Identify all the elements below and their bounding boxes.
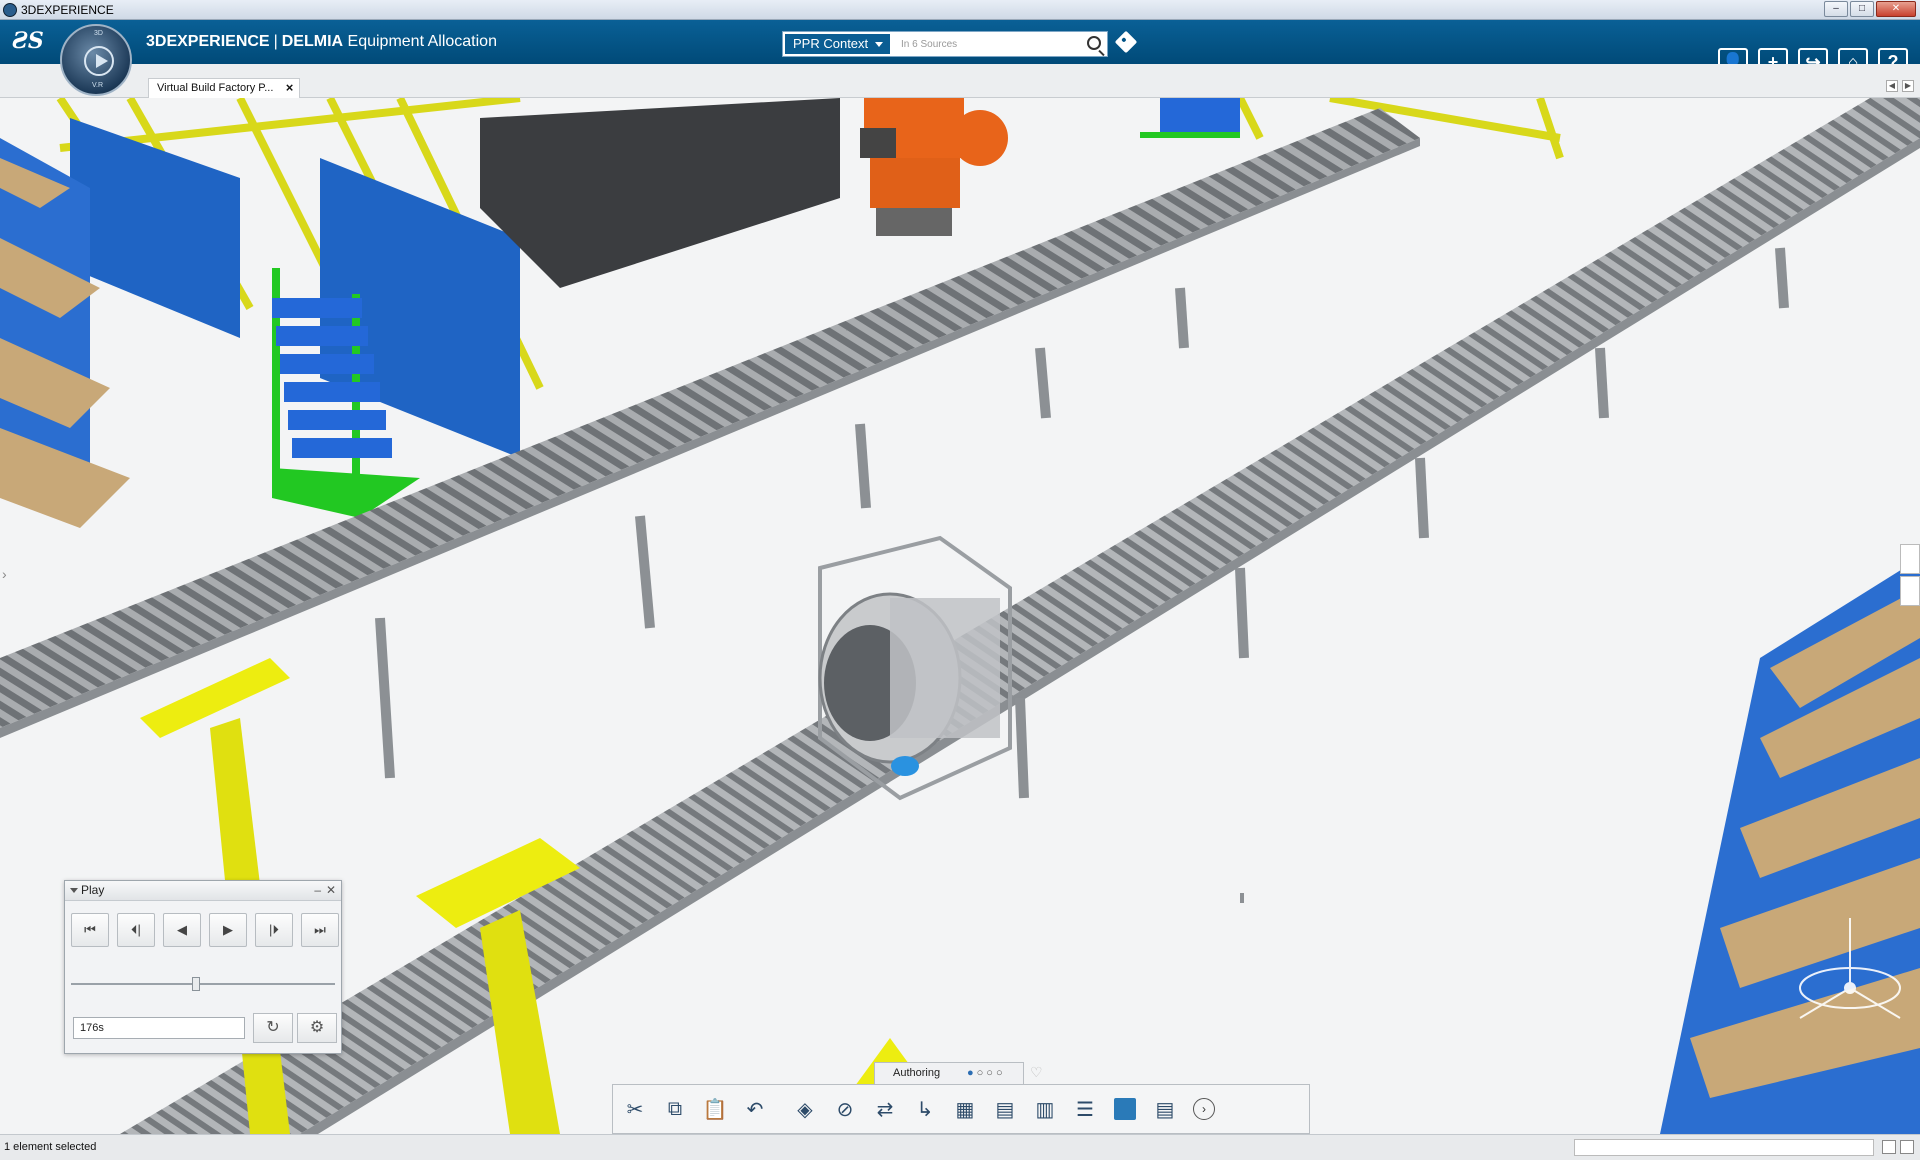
brand-prefix: 3DEXPERIENCE bbox=[146, 33, 270, 50]
play-controls: ⏮ ⏴| ◀ ▶ |⏵ ⏭ bbox=[71, 913, 339, 947]
next-frame-button[interactable]: |⏵ bbox=[255, 913, 293, 947]
brand-separator: | bbox=[273, 33, 278, 50]
ppr-context-dropdown[interactable]: PPR Context bbox=[785, 34, 891, 54]
first-frame-button[interactable]: ⏮ bbox=[71, 913, 109, 947]
compass-widget[interactable]: 3D V.R bbox=[60, 24, 132, 96]
swap-icon[interactable]: ⇄ bbox=[869, 1093, 901, 1125]
chart-icon[interactable]: ▥ bbox=[1029, 1093, 1061, 1125]
status-icon-1[interactable] bbox=[1882, 1140, 1896, 1154]
status-text: 1 element selected bbox=[4, 1141, 97, 1153]
undo-icon[interactable]: ↶ bbox=[739, 1093, 771, 1125]
actionbar-section-tab[interactable]: Authoring ●○○○ bbox=[874, 1062, 1024, 1084]
tab-scroll-right-icon[interactable]: ▶ bbox=[1902, 80, 1914, 92]
dassault-logo-icon[interactable]: ƧS bbox=[12, 28, 44, 54]
window-controls: – □ ✕ bbox=[1824, 1, 1916, 17]
compass-play-icon[interactable] bbox=[84, 46, 114, 76]
status-icon-2[interactable] bbox=[1900, 1140, 1914, 1154]
resource-icon[interactable]: ◈ bbox=[789, 1093, 821, 1125]
next-section-icon[interactable]: › bbox=[1193, 1098, 1215, 1120]
cut-icon[interactable]: ✂ bbox=[619, 1093, 651, 1125]
side-toolbar bbox=[1900, 544, 1920, 608]
tab-close-icon[interactable]: × bbox=[286, 79, 294, 97]
report-icon[interactable]: ☰ bbox=[1069, 1093, 1101, 1125]
play-backward-button[interactable]: ◀ bbox=[163, 913, 201, 947]
play-panel: Play – ✕ ⏮ ⏴| ◀ ▶ |⏵ ⏭ 176s ↻ ⚙ bbox=[64, 880, 342, 1054]
panel-minimize-icon[interactable]: – bbox=[314, 881, 321, 900]
action-bar: ✂ ⧉ 📋 ↶ ◈ ⊘ ⇄ ↳ ▦ ▤ ▥ ☰ ▤ › bbox=[612, 1084, 1310, 1134]
bin-top-right bbox=[1160, 98, 1240, 132]
time-slider-thumb[interactable] bbox=[192, 977, 201, 991]
previous-frame-button[interactable]: ⏴| bbox=[117, 913, 155, 947]
brand-product: DELMIA bbox=[281, 33, 344, 50]
play-panel-title: Play bbox=[81, 883, 105, 897]
section-dots[interactable]: ●○○○ bbox=[967, 1063, 1006, 1083]
tab-nav: ◀ ▶ bbox=[1886, 80, 1914, 92]
table-icon[interactable]: ▤ bbox=[1149, 1093, 1181, 1125]
time-slider[interactable] bbox=[71, 977, 335, 991]
panel-close-icon[interactable]: ✕ bbox=[326, 881, 336, 900]
play-panel-header[interactable]: Play – ✕ bbox=[65, 881, 341, 901]
copy-icon[interactable]: ⧉ bbox=[659, 1093, 691, 1125]
search-icon[interactable] bbox=[1087, 36, 1101, 50]
tab-scroll-left-icon[interactable]: ◀ bbox=[1886, 80, 1898, 92]
maximize-button[interactable]: □ bbox=[1850, 1, 1874, 17]
flow-icon[interactable]: ↳ bbox=[909, 1093, 941, 1125]
layout-compare-icon[interactable]: ▤ bbox=[989, 1093, 1021, 1125]
brand-app-name: Equipment Allocation bbox=[347, 33, 497, 50]
time-field[interactable]: 176s bbox=[73, 1017, 245, 1039]
side-tool-image-icon[interactable] bbox=[1900, 576, 1920, 606]
close-window-button[interactable]: ✕ bbox=[1876, 1, 1916, 17]
tab-row: Virtual Build Factory P... × ◀ ▶ bbox=[0, 64, 1920, 98]
paste-icon[interactable]: 📋 bbox=[699, 1093, 731, 1125]
settings-gear-icon[interactable]: ⚙ bbox=[297, 1013, 337, 1043]
search-input[interactable] bbox=[901, 34, 1071, 54]
actionbar-section-label: Authoring bbox=[893, 1067, 941, 1079]
status-field bbox=[1574, 1139, 1874, 1156]
search-bar: PPR Context bbox=[782, 31, 1108, 57]
tab-virtual-build-factory[interactable]: Virtual Build Factory P... × bbox=[148, 78, 301, 98]
os-title-bar: 3DEXPERIENCE – □ ✕ bbox=[0, 0, 1920, 20]
window-title: 3DEXPERIENCE bbox=[21, 3, 114, 17]
side-tool-camera-icon[interactable] bbox=[1900, 544, 1920, 574]
app-brand: 3DEXPERIENCE | DELMIA Equipment Allocation bbox=[146, 33, 497, 51]
expand-tree-icon[interactable]: › bbox=[2, 566, 7, 582]
cube-icon[interactable] bbox=[1109, 1093, 1141, 1125]
minimize-button[interactable]: – bbox=[1824, 1, 1848, 17]
compass-bottom-label: V.R bbox=[92, 82, 104, 89]
app-icon bbox=[3, 3, 17, 17]
status-bar: 1 element selected bbox=[0, 1134, 1920, 1160]
link-icon[interactable]: ⊘ bbox=[829, 1093, 861, 1125]
last-frame-button[interactable]: ⏭ bbox=[301, 913, 339, 947]
reset-icon[interactable]: ↻ bbox=[253, 1013, 293, 1043]
tab-label: Virtual Build Factory P... bbox=[157, 82, 274, 94]
collapse-icon[interactable] bbox=[70, 888, 78, 893]
play-forward-button[interactable]: ▶ bbox=[209, 913, 247, 947]
layout-icon[interactable]: ▦ bbox=[949, 1093, 981, 1125]
favorite-heart-icon[interactable]: ♡ bbox=[1030, 1064, 1043, 1081]
compass-top-label: 3D bbox=[94, 30, 103, 37]
